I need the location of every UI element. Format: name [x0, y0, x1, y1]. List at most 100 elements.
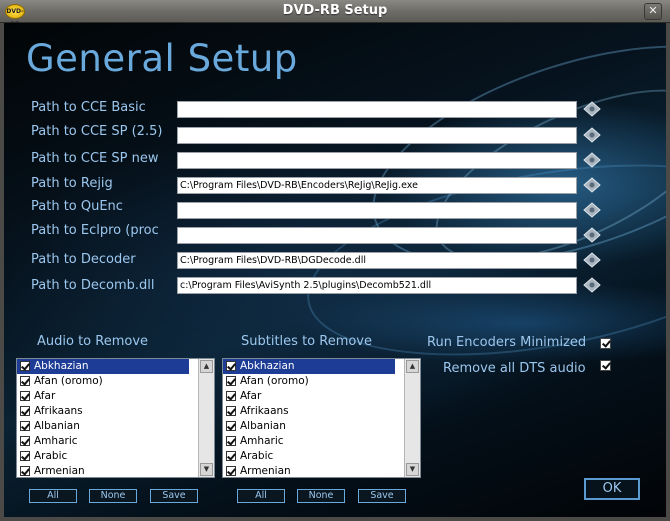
cce-sp25-label: Path to CCE SP (2.5) — [31, 124, 163, 139]
cce-sp-new-path-input[interactable] — [177, 152, 577, 169]
checkbox[interactable] — [20, 406, 30, 416]
checkbox[interactable] — [20, 466, 30, 476]
scroll-up-icon[interactable]: ▲ — [200, 360, 213, 373]
list-item[interactable]: Albanian — [17, 419, 189, 434]
list-item[interactable]: Afar — [17, 389, 189, 404]
run-minimized-label: Run Encoders Minimized — [427, 335, 587, 350]
checkbox[interactable] — [226, 361, 236, 371]
browse-icon — [583, 101, 601, 117]
audio-all-button[interactable]: All — [29, 489, 77, 503]
list-item[interactable]: Arabic — [17, 449, 189, 464]
checkbox[interactable] — [226, 436, 236, 446]
list-item[interactable]: Arabic — [223, 449, 395, 464]
checkbox[interactable] — [226, 451, 236, 461]
list-item-label: Afar — [240, 390, 262, 402]
list-item[interactable]: Afan (oromo) — [223, 374, 395, 389]
checkbox[interactable] — [226, 406, 236, 416]
browse-icon — [583, 202, 601, 218]
list-item[interactable]: Afrikaans — [17, 404, 189, 419]
browse-icon — [583, 227, 601, 243]
list-item-label: Abkhazian — [240, 360, 295, 372]
decomb-browse-button[interactable] — [582, 276, 602, 294]
list-item-label: Afrikaans — [240, 405, 289, 417]
title-bar[interactable]: DVD-RB DVD-RB Setup ✕ — [0, 0, 670, 28]
browse-icon — [583, 277, 601, 293]
subtitles-none-button[interactable]: None — [297, 489, 345, 503]
list-item[interactable]: Afar — [223, 389, 395, 404]
list-item-label: Afan (oromo) — [240, 375, 309, 387]
quenc-path-input[interactable] — [177, 202, 577, 219]
rejig-path-input[interactable]: C:\Program Files\DVD-RB\Encoders\ReJig\R… — [177, 177, 577, 194]
cce-sp-new-browse-button[interactable] — [582, 151, 602, 169]
list-item-label: Amharic — [240, 435, 284, 447]
browse-icon — [583, 177, 601, 193]
audio-list-scrollbar[interactable]: ▲ ▼ — [198, 359, 214, 477]
audio-none-button[interactable]: None — [89, 489, 137, 503]
eclpro-path-input[interactable] — [177, 227, 577, 244]
rejig-browse-button[interactable] — [582, 176, 602, 194]
list-item[interactable]: Afan (oromo) — [17, 374, 189, 389]
checkbox[interactable] — [20, 376, 30, 386]
checkbox[interactable] — [20, 361, 30, 371]
cce-basic-path-input[interactable] — [177, 101, 577, 118]
remove-dts-checkbox[interactable] — [600, 360, 611, 371]
decoder-browse-button[interactable] — [582, 251, 602, 269]
checkbox[interactable] — [20, 436, 30, 446]
list-item-label: Albanian — [240, 420, 286, 432]
list-item-label: Abkhazian — [34, 360, 89, 372]
checkbox[interactable] — [20, 391, 30, 401]
audio-language-list[interactable]: Abkhazian Afan (oromo) Afar Afrikaans Al… — [16, 358, 215, 478]
subtitle-list-scrollbar[interactable]: ▲ ▼ — [404, 359, 420, 477]
ok-button[interactable]: OK — [584, 478, 640, 500]
cce-sp25-path-input[interactable] — [177, 127, 577, 144]
list-item[interactable]: Amharic — [17, 434, 189, 449]
browse-icon — [583, 152, 601, 168]
list-item-label: Amharic — [34, 435, 78, 447]
quenc-browse-button[interactable] — [582, 201, 602, 219]
list-item[interactable]: Afrikaans — [223, 404, 395, 419]
list-item[interactable]: Amharic — [223, 434, 395, 449]
decomb-label: Path to Decomb.dll — [31, 278, 155, 293]
checkbox[interactable] — [226, 391, 236, 401]
list-item[interactable]: Armenian — [223, 464, 395, 477]
checkbox[interactable] — [226, 466, 236, 476]
list-item[interactable]: Abkhazian — [223, 359, 395, 374]
checkbox[interactable] — [20, 421, 30, 431]
scroll-down-icon[interactable]: ▼ — [200, 463, 213, 476]
decomb-path-input[interactable]: c:\Program Files\AviSynth 2.5\plugins\De… — [177, 277, 577, 294]
decoder-label: Path to Decoder — [31, 252, 136, 267]
browse-icon — [583, 127, 601, 143]
list-item-label: Armenian — [240, 465, 291, 477]
subtitles-remove-label: Subtitles to Remove — [241, 334, 373, 349]
cce-basic-browse-button[interactable] — [582, 100, 602, 118]
subtitles-save-button[interactable]: Save — [358, 489, 406, 503]
scroll-down-icon[interactable]: ▼ — [406, 463, 419, 476]
remove-dts-label: Remove all DTS audio — [443, 361, 586, 376]
audio-remove-label: Audio to Remove — [37, 334, 149, 349]
list-item[interactable]: Armenian — [17, 464, 189, 477]
quenc-label: Path to QuEnc — [31, 199, 123, 214]
checkbox[interactable] — [226, 376, 236, 386]
subtitles-all-button[interactable]: All — [237, 489, 285, 503]
decoder-path-input[interactable]: C:\Program Files\DVD-RB\DGDecode.dll — [177, 252, 577, 269]
eclpro-label: Path to Eclpro (proc — [31, 223, 159, 238]
checkbox[interactable] — [20, 451, 30, 461]
scroll-up-icon[interactable]: ▲ — [406, 360, 419, 373]
checkbox[interactable] — [226, 421, 236, 431]
list-item[interactable]: Albanian — [223, 419, 395, 434]
list-item-label: Albanian — [34, 420, 80, 432]
page-title: General Setup — [26, 37, 298, 80]
subtitle-language-list[interactable]: Abkhazian Afan (oromo) Afar Afrikaans Al… — [222, 358, 421, 478]
close-icon: ✕ — [648, 4, 658, 17]
list-item-label: Arabic — [240, 450, 274, 462]
cce-sp25-browse-button[interactable] — [582, 126, 602, 144]
run-minimized-checkbox[interactable] — [600, 338, 611, 349]
list-item[interactable]: Abkhazian — [17, 359, 189, 374]
dialog-body: General Setup Path to CCE Basic Path to … — [4, 23, 666, 517]
list-item-label: Afan (oromo) — [34, 375, 103, 387]
audio-save-button[interactable]: Save — [150, 489, 198, 503]
eclpro-browse-button[interactable] — [582, 226, 602, 244]
cce-basic-label: Path to CCE Basic — [31, 100, 146, 115]
list-item-label: Afrikaans — [34, 405, 83, 417]
close-button[interactable]: ✕ — [644, 3, 662, 20]
